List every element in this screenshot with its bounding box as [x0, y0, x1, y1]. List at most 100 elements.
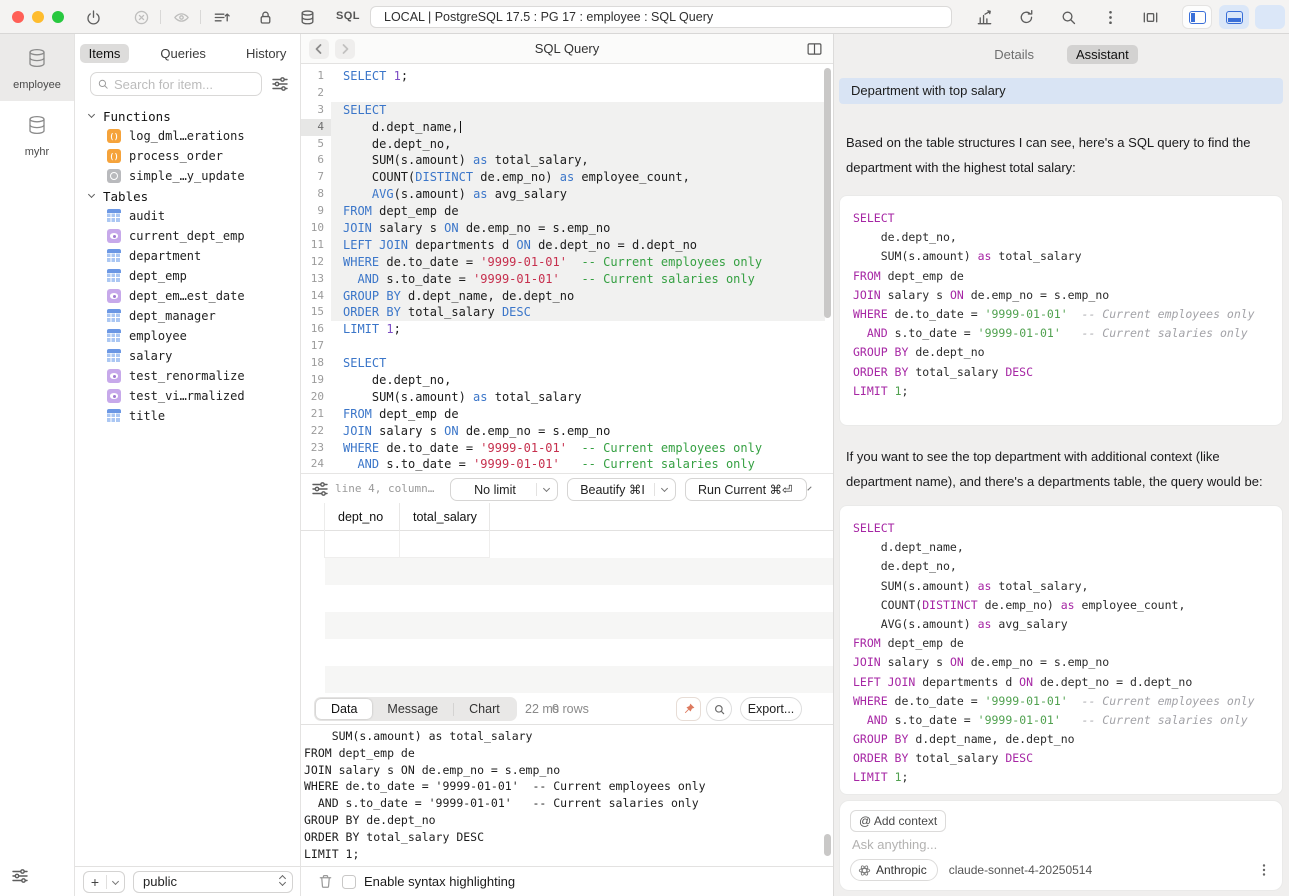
- line-number: 23: [301, 440, 331, 457]
- toggle-bottom-panel-button[interactable]: [1219, 5, 1249, 29]
- grid-stripe: [325, 666, 833, 693]
- schema-select[interactable]: public: [133, 871, 293, 893]
- provider-selector[interactable]: Anthropic: [850, 859, 938, 881]
- line-number: 17: [301, 338, 331, 355]
- editor-code: SELECT 1;SELECT d.dept_name, de.dept_no,…: [331, 64, 825, 473]
- code-line: SELECT: [853, 209, 1282, 228]
- chevron-down-icon: [88, 191, 95, 198]
- tree-item-audit[interactable]: audit: [75, 206, 300, 226]
- preview-eye-icon[interactable]: [172, 8, 191, 27]
- results-grid: dept_nototal_salary: [301, 503, 833, 694]
- tree-item-employee[interactable]: employee: [75, 326, 300, 346]
- search-icon[interactable]: [1059, 8, 1078, 27]
- split-view-icon[interactable]: [806, 41, 823, 62]
- add-context-chip[interactable]: @ Add context: [850, 810, 946, 832]
- tree-item-label: dept_em…est_date: [129, 289, 245, 303]
- run-current-button[interactable]: Run Current ⌘⏎: [685, 478, 807, 501]
- connection-power-icon[interactable]: [84, 8, 103, 27]
- message-scrollbar[interactable]: [824, 834, 831, 856]
- limit-dropdown[interactable]: No limit: [450, 478, 558, 501]
- database-icon: [25, 46, 49, 70]
- tree-item-dept-emp[interactable]: dept_emp: [75, 266, 300, 286]
- close-button[interactable]: [12, 11, 24, 23]
- code-line: AND s.to_date = '9999-01-01' -- Current …: [331, 456, 825, 473]
- results-tab-message[interactable]: Message: [372, 699, 453, 719]
- panel-tab-assistant[interactable]: Assistant: [1067, 45, 1138, 64]
- tree-item-label: test_renormalize: [129, 369, 245, 383]
- chart-icon[interactable]: [975, 8, 994, 27]
- editor-settings-icon[interactable]: [310, 479, 329, 498]
- search-icon: [97, 78, 109, 90]
- tree-item-label: process_order: [129, 149, 223, 163]
- results-tab-chart[interactable]: Chart: [454, 699, 515, 719]
- focus-layout-icon[interactable]: [1141, 8, 1160, 27]
- column-header-total_salary[interactable]: total_salary: [400, 503, 490, 531]
- sql-editor[interactable]: 123456789101112131415161718192021222324 …: [301, 64, 833, 507]
- export-button[interactable]: Export...: [740, 697, 802, 721]
- minimize-button[interactable]: [32, 11, 44, 23]
- query-log-icon[interactable]: [212, 8, 231, 27]
- refresh-icon[interactable]: [1017, 8, 1036, 27]
- results-tab-data[interactable]: Data: [316, 699, 372, 719]
- column-header-dept_no[interactable]: dept_no: [325, 503, 400, 531]
- tree-item-label: employee: [129, 329, 187, 343]
- rail-filter-icon[interactable]: [10, 866, 30, 886]
- tree-item-title[interactable]: title: [75, 406, 300, 426]
- rail-connections: employeemyhr: [0, 34, 74, 168]
- empty-cell: [400, 531, 490, 558]
- sidebar-filter-icon[interactable]: [270, 74, 290, 94]
- toggle-right-panel-button[interactable]: [1255, 5, 1285, 29]
- search-icon: [713, 703, 726, 716]
- beautify-button[interactable]: Beautify ⌘I: [567, 478, 676, 501]
- beautify-button-label: Beautify ⌘I: [580, 482, 645, 497]
- tree-item-department[interactable]: department: [75, 246, 300, 266]
- trash-icon[interactable]: [317, 873, 334, 890]
- line-number: 10: [301, 220, 331, 237]
- tree-item-test-vi-rmalized[interactable]: test_vi…rmalized: [75, 386, 300, 406]
- tree-item-current-dept-emp[interactable]: current_dept_emp: [75, 226, 300, 246]
- database-icon[interactable]: [298, 8, 317, 27]
- conversation-topic[interactable]: Department with top salary: [839, 78, 1283, 104]
- tree-item-simple-y-update[interactable]: simple_…y_update: [75, 166, 300, 186]
- code-line: SELECT: [331, 102, 825, 119]
- tree-section-functions[interactable]: Functions: [75, 106, 300, 126]
- code-line: WHERE de.to_date = '9999-01-01' -- Curre…: [331, 254, 825, 271]
- assistant-code-block-1: SELECT de.dept_no, SUM(s.amount) as tota…: [839, 195, 1283, 426]
- assistant-menu-icon[interactable]: [1256, 862, 1272, 878]
- tree-item-test-renormalize[interactable]: test_renormalize: [75, 366, 300, 386]
- lock-icon[interactable]: [256, 8, 275, 27]
- tree-item-dept-manager[interactable]: dept_manager: [75, 306, 300, 326]
- tree-section-tables[interactable]: Tables: [75, 186, 300, 206]
- tree-item-log-dml-erations[interactable]: ()log_dml…erations: [75, 126, 300, 146]
- panel-tab-details[interactable]: Details: [985, 45, 1043, 64]
- message-line: GROUP BY de.dept_no: [301, 812, 833, 829]
- provider-row: Anthropic claude-sonnet-4-20250514: [850, 859, 1272, 881]
- tree-item-process-order[interactable]: ()process_order: [75, 146, 300, 166]
- line-number: 6: [301, 152, 331, 169]
- code-line: WHERE de.to_date = '9999-01-01' -- Curre…: [853, 692, 1282, 711]
- sidebar-tab-queries[interactable]: Queries: [151, 44, 215, 63]
- tree-item-salary[interactable]: salary: [75, 346, 300, 366]
- editor-scrollbar[interactable]: [824, 68, 831, 318]
- grid-stripe: [325, 558, 833, 585]
- tree-item-dept-em-est-date[interactable]: dept_em…est_date: [75, 286, 300, 306]
- search-results-button[interactable]: [706, 697, 732, 721]
- more-menu-icon[interactable]: [1101, 8, 1120, 27]
- query-stats: 22 ms0 rows: [525, 694, 589, 724]
- sidebar-search[interactable]: [90, 72, 262, 96]
- syntax-highlight-checkbox[interactable]: [342, 875, 356, 889]
- zoom-button[interactable]: [52, 11, 64, 23]
- sidebar-tab-items[interactable]: Items: [80, 44, 130, 63]
- connection-employee[interactable]: employee: [0, 34, 74, 101]
- connections-rail: employeemyhr: [0, 34, 75, 896]
- add-item-button[interactable]: +: [83, 871, 125, 893]
- stop-icon[interactable]: [132, 8, 151, 27]
- sidebar-tab-history[interactable]: History: [237, 44, 295, 63]
- chevron-down-icon: [661, 485, 668, 492]
- ask-input[interactable]: [852, 837, 1152, 852]
- toggle-left-sidebar-button[interactable]: [1182, 5, 1212, 29]
- sql-mode-label[interactable]: SQL: [336, 10, 360, 22]
- search-input[interactable]: [114, 77, 255, 92]
- pin-result-button[interactable]: [676, 697, 701, 721]
- connection-myhr[interactable]: myhr: [0, 101, 74, 168]
